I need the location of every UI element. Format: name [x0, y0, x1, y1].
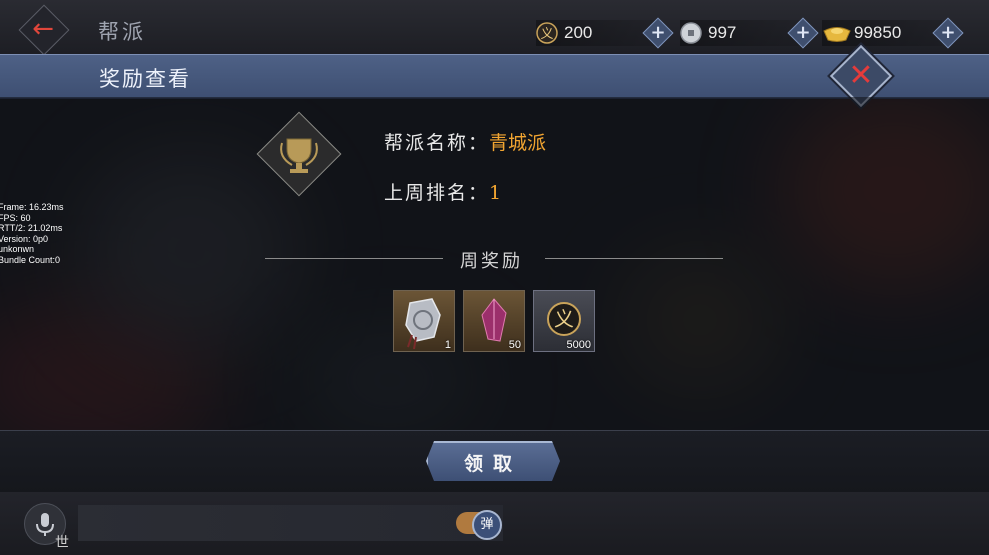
reward-item[interactable]: 义 5000: [533, 290, 595, 352]
back-arrow-icon[interactable]: ←: [28, 14, 58, 44]
plus-icon: +: [940, 22, 956, 43]
weekly-reward-title: 周奖励: [460, 251, 523, 272]
guild-name-label: 帮派名称：: [384, 132, 490, 154]
plus-icon: +: [795, 22, 811, 43]
currency-value: 997: [708, 23, 737, 42]
debug-line: Version: 0p0: [0, 233, 49, 244]
rank-row: 上周排名：1: [384, 178, 501, 205]
chat-input[interactable]: [78, 505, 503, 541]
close-icon[interactable]: ✕: [839, 54, 883, 98]
reward-item[interactable]: 50: [463, 290, 525, 352]
claim-button-label[interactable]: 领取: [426, 449, 560, 476]
section-divider-left: [265, 258, 443, 259]
chat-channel-label: 世: [55, 535, 69, 551]
debug-line: Bundle Count:0: [0, 254, 61, 265]
debug-overlay: Frame: 16.23ms FPS: 60 RTT/2: 21.02ms Ve…: [0, 202, 64, 265]
plus-icon: +: [650, 22, 666, 43]
gold-ingot-icon: [823, 27, 851, 42]
rank-label: 上周排名：: [384, 182, 490, 204]
debug-line: RTT/2: 21.02ms: [0, 223, 63, 233]
debug-line: unkonwn: [0, 244, 35, 254]
barrage-toggle-knob[interactable]: 弹: [472, 510, 502, 540]
righteousness-token-icon: 义: [536, 22, 558, 44]
copper-coin-icon: [680, 22, 702, 44]
reward-count: 50: [508, 339, 521, 351]
screen-title: 帮派: [98, 20, 146, 44]
svg-text:义: 义: [540, 27, 553, 42]
section-divider-right: [545, 258, 723, 259]
rank-value: 1: [489, 182, 502, 204]
reward-count: 1: [444, 339, 451, 351]
guild-name-value: 青城派: [489, 132, 547, 154]
debug-line: Frame: 16.23ms: [0, 202, 64, 212]
trophy-icon: [280, 138, 318, 173]
reward-item[interactable]: 1: [393, 290, 455, 352]
debug-line: FPS: 60: [0, 212, 31, 223]
svg-text:义: 义: [554, 307, 574, 331]
currency-value: 99850: [854, 23, 902, 42]
guild-name-row: 帮派名称：青城派: [384, 128, 546, 155]
reward-count: 5000: [566, 339, 591, 351]
currency-value: 200: [564, 23, 593, 42]
dialog-title: 奖励查看: [99, 67, 191, 91]
